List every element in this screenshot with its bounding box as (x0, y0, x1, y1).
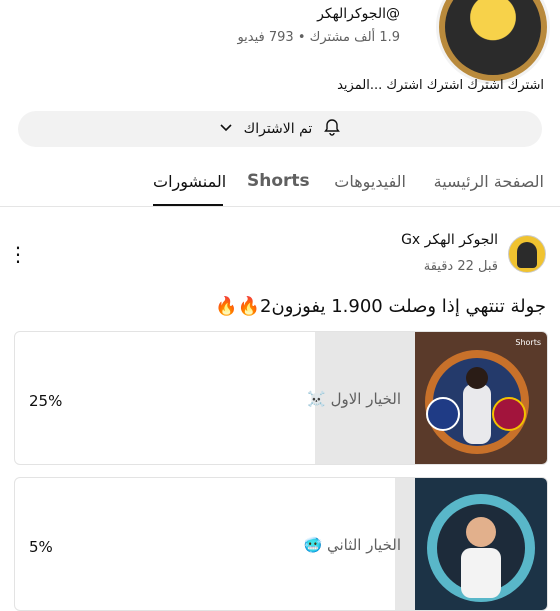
poll-option-2-label: الخيار الثاني 🥶 (303, 536, 402, 554)
poll-option-1[interactable]: Shorts الخيار الاول ☠️ 25% (14, 331, 548, 465)
channel-handle: @الجوكرالهكر (317, 6, 400, 22)
channel-description[interactable]: اشترك اشترك اشترك اشترك ...المزيد (337, 78, 544, 93)
bell-icon (322, 117, 342, 141)
post-author-avatar[interactable] (508, 235, 546, 273)
subscribed-button[interactable]: تم الاشتراك (18, 111, 542, 147)
channel-avatar[interactable] (436, 0, 550, 84)
post-text: جولة تنتهي إذا وصلت 1.900 يفوزون2🔥🔥 (215, 296, 546, 317)
active-tab-indicator (153, 204, 223, 206)
tab-videos[interactable]: الفيديوهات (334, 172, 406, 191)
poll-option-2-percent: 5% (29, 538, 53, 556)
more-options-icon[interactable]: ⋮ (8, 240, 28, 268)
channel-tabs: الصفحة الرئيسية الفيديوهات Shorts المنشو… (0, 160, 560, 207)
subscribed-label: تم الاشتراك (243, 121, 313, 137)
poll-option-1-image: Shorts (415, 332, 547, 464)
channel-stats: 1.9 ألف مشترك • 793 فيديو (237, 30, 400, 45)
tab-posts[interactable]: المنشورات (153, 172, 226, 191)
poll-option-2[interactable]: الخيار الثاني 🥶 5% (14, 477, 548, 611)
post-author[interactable]: الجوكر الهكر Gx (401, 232, 498, 248)
poll-option-1-percent: 25% (29, 392, 63, 410)
tab-shorts[interactable]: Shorts (247, 171, 310, 191)
chevron-down-icon (218, 119, 234, 139)
tab-home[interactable]: الصفحة الرئيسية (434, 172, 544, 191)
poll-option-2-image (415, 478, 547, 610)
poll-option-1-label: الخيار الاول ☠️ (307, 390, 401, 408)
post-time: قبل 22 دقيقة (423, 259, 498, 274)
